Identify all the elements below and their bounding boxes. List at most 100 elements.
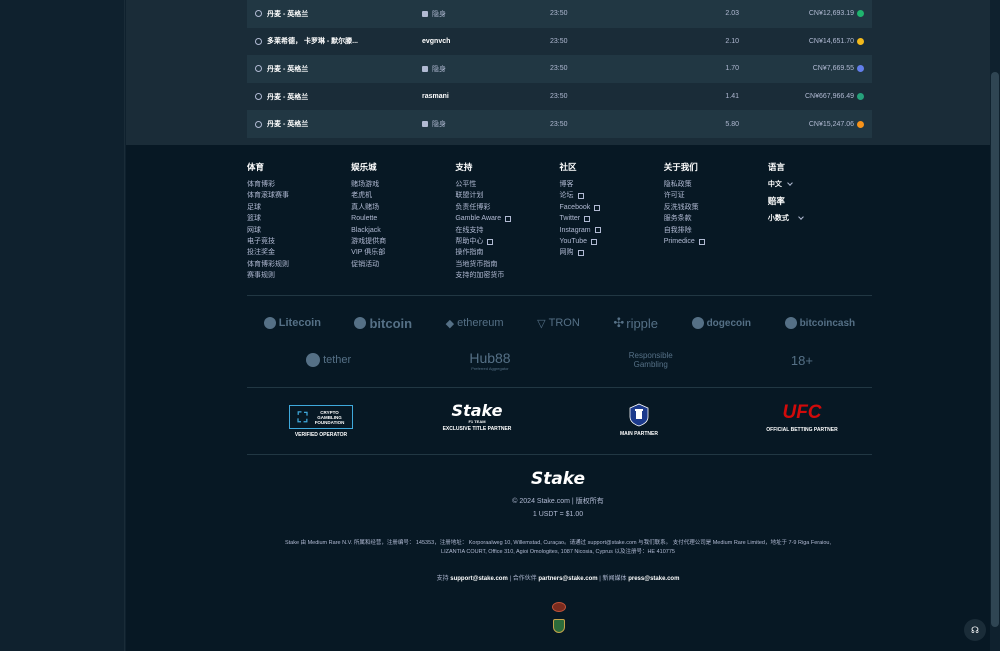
- footer-link[interactable]: 老虎机: [351, 190, 455, 201]
- footer-col-about: 关于我们 隐私政策 许可证 反洗钱政策 服务条款 自我排除 Primedice: [664, 161, 768, 282]
- bet-user: 隐身: [422, 64, 446, 74]
- footer-link[interactable]: 足球: [247, 202, 351, 213]
- hub88-logo: Hub88 Preferred Aggregator: [469, 349, 511, 371]
- sport-icon: [255, 65, 262, 73]
- footer-link[interactable]: 联盟计划: [455, 190, 559, 201]
- footer-link[interactable]: 当地货币指南: [455, 259, 559, 270]
- footer-link[interactable]: Instagram: [560, 225, 664, 236]
- litecoin-icon: [263, 317, 276, 329]
- footer-col-community: 社区 博客 论坛 Facebook Twitter Instagram YouTube 网购: [560, 161, 664, 282]
- bet-user[interactable]: evgnvch: [422, 38, 450, 45]
- bet-payout: CN¥667,966.49: [805, 93, 864, 101]
- footer-link[interactable]: Blackjack: [351, 225, 455, 236]
- bet-game[interactable]: 丹麦 - 英格兰: [255, 92, 308, 102]
- support-email-link[interactable]: support@stake.com: [450, 576, 508, 582]
- cgf-icon: ⛶: [297, 408, 308, 425]
- footer-link[interactable]: 游戏提供商: [351, 236, 455, 247]
- footer-link[interactable]: 投注奖金: [247, 247, 351, 258]
- external-link-icon: [594, 227, 601, 234]
- ripple-icon: ✣: [613, 315, 625, 330]
- divider: [247, 387, 872, 388]
- footer-link[interactable]: 许可证: [664, 190, 768, 201]
- everton-logo: MAIN PARTNER: [609, 403, 669, 437]
- footer-heading-community: 社区: [559, 162, 577, 172]
- scrollbar[interactable]: [991, 72, 999, 627]
- footer: 体育 体育博彩 体育滚球赛事 足球 篮球 网球 电子竞技 投注奖金 体育博彩规则 赛事规则 娱乐…: [126, 145, 990, 651]
- chevron-down-icon: [787, 180, 793, 186]
- footer-link[interactable]: Roulette: [351, 213, 455, 224]
- bitcoin-logo: bitcoin: [354, 316, 412, 331]
- currency-coin-icon: [857, 37, 864, 45]
- footer-link[interactable]: 电子竞技: [247, 236, 351, 247]
- bet-row[interactable]: 丹麦 - 英格兰 隐身 23:50 1.70 CN¥7,669.55: [247, 55, 872, 83]
- bet-row[interactable]: 丹麦 - 英格兰 隐身 23:50 2.03 CN¥12,693.19: [247, 0, 872, 28]
- footer-link[interactable]: 体育滚球赛事: [247, 190, 351, 201]
- footer-link[interactable]: 真人赌场: [351, 202, 455, 213]
- bet-payout: CN¥7,669.55: [813, 65, 864, 73]
- external-link-icon: [577, 193, 584, 200]
- bet-game[interactable]: 丹麦 - 英格兰: [255, 119, 308, 129]
- sport-icon: [255, 37, 262, 45]
- bet-odds: 1.41: [725, 93, 739, 101]
- footer-link[interactable]: Facebook: [560, 202, 664, 213]
- stake-f1-logo: Stake F1 TEAM EXCLUSIVE TITLE PARTNER: [442, 401, 512, 433]
- footer-heading-support: 支持: [455, 162, 473, 172]
- footer-link[interactable]: 操作指南: [455, 247, 559, 258]
- footer-link[interactable]: YouTube: [560, 236, 664, 247]
- tether-logo: tether: [306, 353, 351, 367]
- bet-row[interactable]: 丹麦 - 英格兰 rasmani 23:50 1.41 CN¥667,966.49: [247, 82, 872, 111]
- sport-icon: [255, 10, 262, 18]
- bitcoincash-logo: bitcoincash: [784, 317, 855, 329]
- footer-link[interactable]: 隐私政策: [664, 179, 768, 190]
- bet-game[interactable]: 丹麦 - 英格兰: [255, 9, 308, 19]
- footer-link[interactable]: Primedice: [664, 236, 768, 247]
- incognito-icon: [422, 121, 428, 128]
- footer-link[interactable]: Twitter: [560, 213, 664, 224]
- footer-link[interactable]: 帮助中心: [455, 236, 559, 247]
- footer-link[interactable]: VIP 俱乐部: [351, 247, 455, 258]
- footer-stake-logo: Stake: [530, 469, 586, 489]
- left-sidebar: [0, 0, 125, 651]
- bet-time: 23:50: [550, 65, 568, 73]
- age-18-plus-logo: 18+: [790, 352, 813, 368]
- bet-row[interactable]: 多莱希德， 卡罗琳 - 默尔滕... evgnvch 23:50 2.10 CN¥14,…: [247, 27, 872, 56]
- live-support-button[interactable]: ☊: [964, 619, 986, 641]
- footer-link[interactable]: 公平性: [455, 179, 559, 190]
- legal-line-1: Stake 由 Medium Rare N.V. 所属和经营，注册编号： 145…: [284, 540, 832, 546]
- footer-link[interactable]: Gamble Aware: [455, 213, 559, 224]
- footer-link[interactable]: 篮球: [247, 213, 351, 224]
- footer-link[interactable]: 自我排除: [664, 225, 768, 236]
- footer-link[interactable]: 赌场游戏: [351, 179, 455, 190]
- dogecoin-logo: dogecoin: [691, 317, 751, 329]
- footer-link[interactable]: 支持的加密货币: [455, 270, 559, 281]
- odds-format-select[interactable]: 小数式: [768, 213, 872, 223]
- external-link-icon: [591, 238, 598, 245]
- incognito-icon: [422, 10, 428, 17]
- footer-link[interactable]: 博客: [560, 179, 664, 190]
- bet-row[interactable]: 丹麦 - 英格兰 隐身 23:50 5.80 CN¥15,247.06: [247, 110, 872, 138]
- footer-link[interactable]: 网球: [247, 225, 351, 236]
- footer-link[interactable]: 反洗钱政策: [664, 202, 768, 213]
- bet-user[interactable]: rasmani: [422, 93, 449, 100]
- footer-link[interactable]: 在线支持: [455, 225, 559, 236]
- bet-user: 隐身: [422, 9, 446, 19]
- bet-game[interactable]: 多莱希德， 卡罗琳 - 默尔滕...: [255, 36, 358, 46]
- footer-link[interactable]: 赛事规则: [247, 270, 351, 281]
- logos-row-2: tether Hub88 Preferred Aggregator Respons…: [247, 345, 872, 375]
- press-email-link[interactable]: press@stake.com: [628, 576, 679, 582]
- footer-link[interactable]: 论坛: [560, 190, 664, 201]
- bet-odds: 2.10: [725, 37, 739, 45]
- footer-link[interactable]: 负责任博彩: [455, 202, 559, 213]
- footer-link[interactable]: 体育博彩: [247, 179, 351, 190]
- footer-heading-casino: 娱乐城: [351, 162, 377, 172]
- footer-link[interactable]: 体育博彩规则: [247, 259, 351, 270]
- footer-link[interactable]: 促销活动: [351, 259, 455, 270]
- language-select[interactable]: 中文: [768, 179, 872, 189]
- footer-link[interactable]: 网购: [560, 247, 664, 258]
- partners-email-link[interactable]: partners@stake.com: [538, 576, 597, 582]
- contact-line: 支持 support@stake.com | 合作伙伴 partners@sta…: [436, 576, 680, 582]
- external-link-icon: [505, 215, 512, 222]
- bitcoincash-icon: [784, 317, 797, 329]
- bet-game[interactable]: 丹麦 - 英格兰: [255, 64, 308, 74]
- footer-link[interactable]: 服务条款: [664, 213, 768, 224]
